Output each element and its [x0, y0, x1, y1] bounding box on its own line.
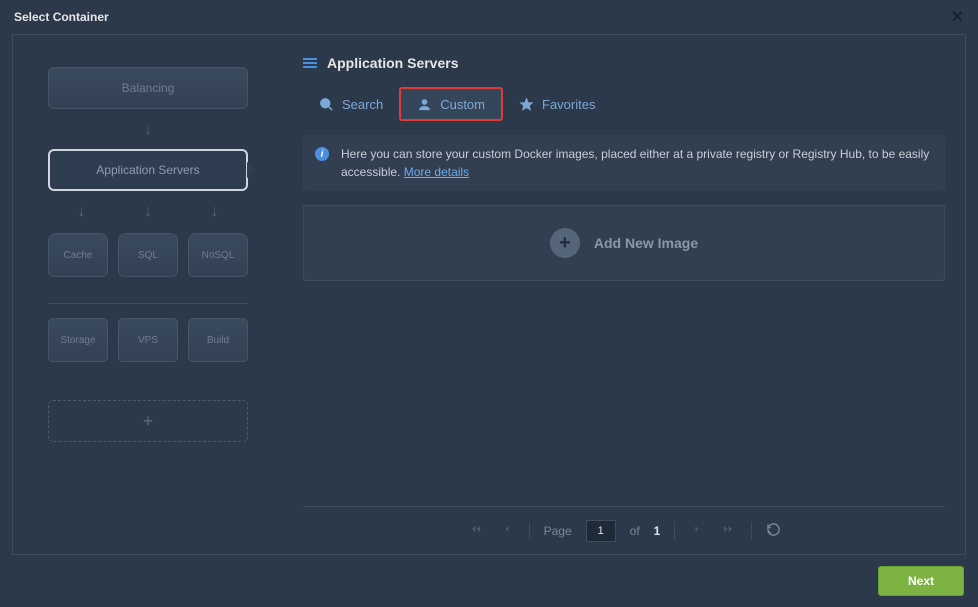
db-nodes-row: Cache SQL NoSQL: [48, 233, 248, 277]
page-total: 1: [654, 524, 661, 538]
node-label: Balancing: [122, 81, 175, 95]
tab-label: Custom: [440, 97, 485, 112]
refresh-icon[interactable]: [766, 522, 781, 540]
info-text-wrap: Here you can store your custom Docker im…: [341, 145, 933, 181]
node-nosql[interactable]: NoSQL: [188, 233, 248, 277]
content-area: Balancing ↓ Application Servers ↓ ↓ ↓ Ca…: [12, 34, 966, 555]
node-label: Application Servers: [96, 163, 199, 177]
more-details-link[interactable]: More details: [404, 165, 469, 179]
plus-circle-icon: +: [550, 228, 580, 258]
arrow-down-icon: ↓: [144, 203, 152, 221]
node-label: Build: [207, 335, 229, 346]
node-label: Cache: [64, 250, 93, 261]
node-build[interactable]: Build: [188, 318, 248, 362]
star-icon: [519, 97, 534, 112]
node-balancing[interactable]: Balancing: [48, 67, 248, 109]
main-panel: Application Servers Search Custom: [283, 35, 965, 554]
pager-last-icon[interactable]: [719, 520, 737, 541]
arrow-down-icon: ↓: [77, 203, 85, 221]
node-vps[interactable]: VPS: [118, 318, 178, 362]
arrow-down-icon: ↓: [145, 121, 152, 137]
pager-first-icon[interactable]: [467, 520, 485, 541]
tab-favorites[interactable]: Favorites: [503, 87, 611, 121]
pager: Page of 1: [303, 506, 945, 554]
search-icon: [319, 97, 334, 112]
tab-label: Search: [342, 97, 383, 112]
user-icon: [417, 97, 432, 112]
extra-nodes-row: Storage VPS Build: [48, 318, 248, 362]
main-heading: Application Servers: [327, 55, 459, 71]
node-label: NoSQL: [202, 250, 235, 261]
node-cache[interactable]: Cache: [48, 233, 108, 277]
close-icon[interactable]: ✕: [951, 7, 964, 27]
page-label: Page: [544, 524, 572, 538]
node-label: Storage: [60, 335, 95, 346]
pager-separator: [674, 522, 675, 540]
dialog-footer: Next: [0, 555, 978, 607]
node-label: VPS: [138, 335, 158, 346]
next-button[interactable]: Next: [878, 566, 964, 596]
node-label: SQL: [138, 250, 158, 261]
pager-prev-icon[interactable]: [499, 521, 515, 540]
add-new-image-button[interactable]: + Add New Image: [303, 205, 945, 281]
node-sql[interactable]: SQL: [118, 233, 178, 277]
node-app-servers[interactable]: Application Servers: [48, 149, 248, 191]
pager-next-icon[interactable]: [689, 521, 705, 540]
pager-separator: [529, 522, 530, 540]
tab-custom[interactable]: Custom: [399, 87, 503, 121]
info-icon: i: [315, 147, 329, 161]
arrow-row: ↓ ↓ ↓: [48, 203, 248, 221]
pager-separator: [751, 522, 752, 540]
dialog-title: Select Container: [14, 10, 109, 24]
plus-icon: +: [143, 411, 154, 432]
dialog-titlebar: Select Container ✕: [0, 0, 978, 34]
arrow-down-icon: ↓: [211, 203, 219, 221]
add-node-slot[interactable]: +: [48, 400, 248, 442]
of-label: of: [630, 524, 640, 538]
node-storage[interactable]: Storage: [48, 318, 108, 362]
tab-label: Favorites: [542, 97, 595, 112]
main-header: Application Servers: [303, 55, 945, 71]
add-image-label: Add New Image: [594, 235, 698, 251]
tab-search[interactable]: Search: [303, 87, 399, 121]
page-input[interactable]: [586, 520, 616, 542]
info-bar: i Here you can store your custom Docker …: [303, 135, 945, 191]
hamburger-icon[interactable]: [303, 58, 317, 68]
sidebar-divider: [48, 303, 248, 304]
select-container-dialog: Select Container ✕ Balancing ↓ Applicati…: [0, 0, 978, 607]
topology-sidebar: Balancing ↓ Application Servers ↓ ↓ ↓ Ca…: [13, 35, 283, 554]
tabs-row: Search Custom Favorites: [303, 87, 945, 121]
